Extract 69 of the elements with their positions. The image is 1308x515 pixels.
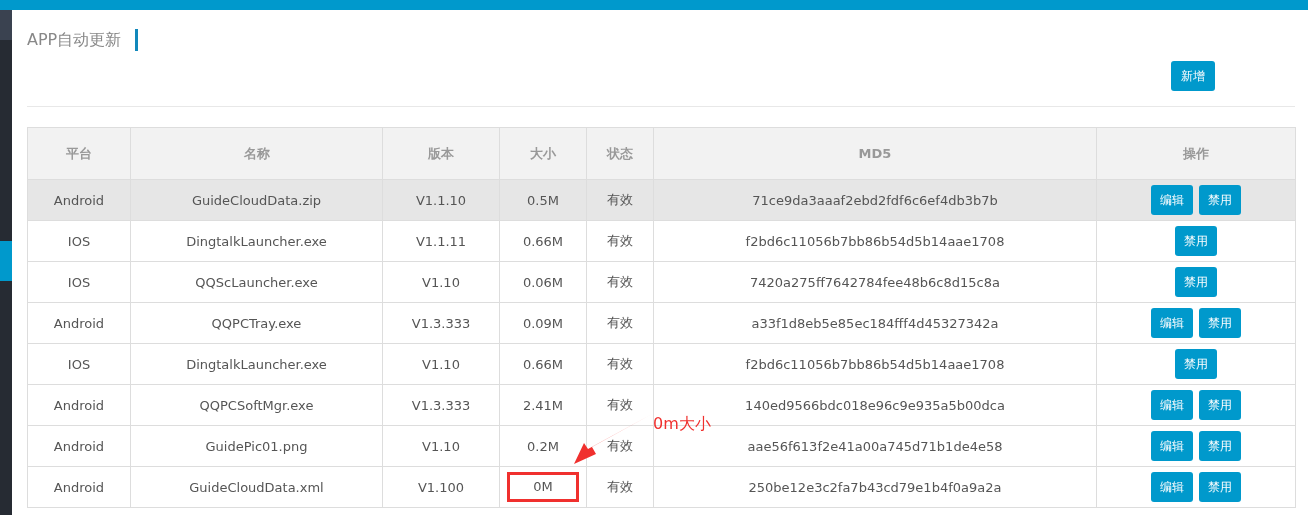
column-header: 名称 [130, 127, 383, 180]
table-cell: 有效 [586, 220, 654, 262]
column-header: 平台 [27, 127, 131, 180]
action-button[interactable]: 编辑 [1151, 431, 1193, 461]
table-cell: GuideCloudData.xml [130, 466, 383, 508]
action-button[interactable]: 禁用 [1175, 267, 1217, 297]
table-cell: V1.3.333 [382, 384, 500, 426]
table-cell: f2bd6c11056b7bb86b54d5b14aae1708 [653, 220, 1097, 262]
table-cell: DingtalkLauncher.exe [130, 343, 383, 385]
action-button[interactable]: 编辑 [1151, 390, 1193, 420]
table-cell: Android [27, 302, 131, 344]
action-button[interactable]: 禁用 [1175, 226, 1217, 256]
table-cell: 有效 [586, 384, 654, 426]
action-button[interactable]: 禁用 [1199, 472, 1241, 502]
table-cell: Android [27, 425, 131, 467]
table-cell: V1.10 [382, 425, 500, 467]
size-text: 0M [533, 479, 553, 494]
action-button[interactable]: 禁用 [1199, 308, 1241, 338]
table-cell: QQPCTray.exe [130, 302, 383, 344]
add-button[interactable]: 新增 [1171, 61, 1215, 91]
table-cell: 有效 [586, 466, 654, 508]
table-cell: Android [27, 179, 131, 221]
table-cell: 0.09M [499, 302, 587, 344]
table-cell: DingtalkLauncher.exe [130, 220, 383, 262]
table-cell: Android [27, 384, 131, 426]
table-cell: V1.1.10 [382, 179, 500, 221]
table-cell: 7420a275ff7642784fee48b6c8d15c8a [653, 261, 1097, 303]
table-cell: IOS [27, 261, 131, 303]
table-cell: 有效 [586, 343, 654, 385]
table-cell: 71ce9da3aaaf2ebd2fdf6c6ef4db3b7b [653, 179, 1097, 221]
table-cell: a33f1d8eb5e85ec184fff4d45327342a [653, 302, 1097, 344]
table-cell: V1.3.333 [382, 302, 500, 344]
sidebar-item[interactable] [0, 10, 12, 40]
column-header: 版本 [382, 127, 500, 180]
table-cell: 0.66M [499, 343, 587, 385]
action-button[interactable]: 禁用 [1199, 390, 1241, 420]
action-button[interactable]: 编辑 [1151, 185, 1193, 215]
table-cell: Android [27, 466, 131, 508]
table-cell: GuideCloudData.zip [130, 179, 383, 221]
action-button[interactable]: 编辑 [1151, 308, 1193, 338]
table-cell: IOS [27, 343, 131, 385]
table-cell: QQScLauncher.exe [130, 261, 383, 303]
title-accent [135, 29, 139, 51]
table-cell: V1.100 [382, 466, 500, 508]
table-cell: 有效 [586, 261, 654, 303]
action-button[interactable]: 禁用 [1175, 349, 1217, 379]
sidebar-item[interactable] [0, 241, 12, 281]
table-cell: 有效 [586, 179, 654, 221]
column-header: MD5 [653, 127, 1097, 180]
column-header: 状态 [586, 127, 654, 180]
page-title: APP自动更新 [27, 29, 122, 51]
table-cell: 0.5M [499, 179, 587, 221]
table-cell: 250be12e3c2fa7b43cd79e1b4f0a9a2a [653, 466, 1097, 508]
table-cell: 有效 [586, 302, 654, 344]
table-cell: IOS [27, 220, 131, 262]
table-cell: GuidePic01.png [130, 425, 383, 467]
table-cell: V1.1.11 [382, 220, 500, 262]
table-cell: V1.10 [382, 343, 500, 385]
table-cell: QQPCSoftMgr.exe [130, 384, 383, 426]
table-cell: 0.66M [499, 220, 587, 262]
column-header: 大小 [499, 127, 587, 180]
column-header: 操作 [1096, 127, 1296, 180]
action-button[interactable]: 禁用 [1199, 431, 1241, 461]
action-button[interactable]: 编辑 [1151, 472, 1193, 502]
action-button[interactable]: 禁用 [1199, 185, 1241, 215]
table-cell: 0.06M [499, 261, 587, 303]
table-cell: V1.10 [382, 261, 500, 303]
table-cell: 2.41M [499, 384, 587, 426]
table-cell: f2bd6c11056b7bb86b54d5b14aae1708 [653, 343, 1097, 385]
